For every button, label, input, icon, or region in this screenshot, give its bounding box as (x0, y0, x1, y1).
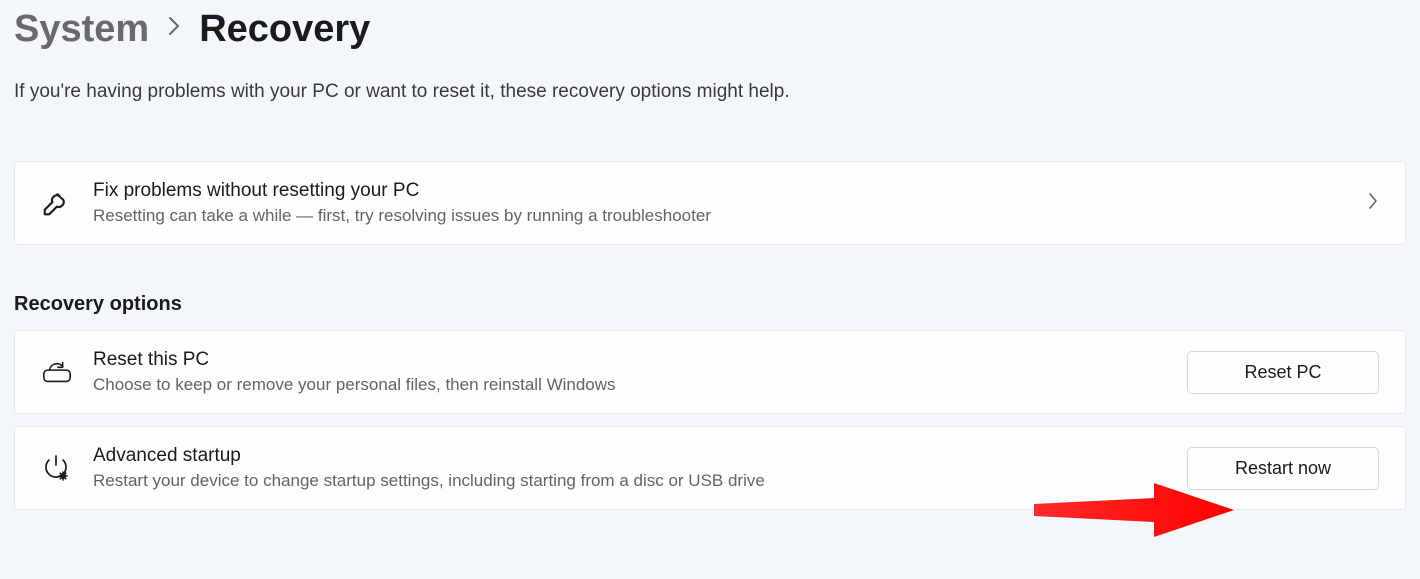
advanced-startup-panel: Advanced startup Restart your device to … (14, 426, 1406, 510)
power-gear-icon (41, 453, 93, 483)
reset-pc-panel: Reset this PC Choose to keep or remove y… (14, 330, 1406, 414)
reset-pc-title: Reset this PC (93, 349, 1171, 371)
restart-now-button[interactable]: Restart now (1187, 447, 1379, 490)
reset-pc-button[interactable]: Reset PC (1187, 351, 1379, 394)
fix-problems-title: Fix problems without resetting your PC (93, 180, 1351, 202)
advanced-startup-title: Advanced startup (93, 445, 1171, 467)
intro-text: If you're having problems with your PC o… (14, 81, 1406, 103)
chevron-right-icon (167, 15, 181, 44)
wrench-icon (41, 188, 93, 218)
recovery-options-header: Recovery options (14, 293, 1406, 316)
breadcrumb-parent[interactable]: System (14, 8, 149, 51)
breadcrumb: System Recovery (14, 8, 1406, 51)
reset-pc-desc: Choose to keep or remove your personal f… (93, 375, 1171, 395)
advanced-startup-desc: Restart your device to change startup se… (93, 471, 1171, 491)
page-title: Recovery (199, 8, 370, 51)
chevron-right-icon (1351, 191, 1379, 216)
reset-icon (41, 358, 93, 386)
fix-problems-desc: Resetting can take a while — first, try … (93, 206, 1351, 226)
fix-problems-panel[interactable]: Fix problems without resetting your PC R… (14, 161, 1406, 245)
